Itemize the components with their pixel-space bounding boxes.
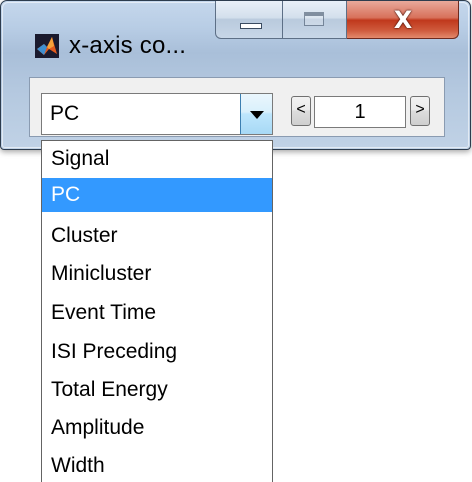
window-title: x-axis co... <box>69 32 187 59</box>
app-root: x-axis co... X PC < 1 > Signal PC Cluste… <box>0 0 472 482</box>
option-event-time[interactable]: Event Time <box>42 296 272 330</box>
close-icon: X <box>393 6 413 34</box>
option-signal[interactable]: Signal <box>42 142 272 176</box>
maximize-button <box>283 1 347 39</box>
maximize-icon <box>304 12 324 26</box>
axis-options-list: Signal PC Cluster Minicluster Event Time… <box>41 140 273 482</box>
axis-select-value: PC <box>50 102 80 125</box>
close-button[interactable]: X <box>347 1 459 39</box>
option-minicluster[interactable]: Minicluster <box>42 257 272 291</box>
option-pc[interactable]: PC <box>42 178 272 212</box>
chevron-down-icon[interactable] <box>240 94 272 134</box>
index-field[interactable]: 1 <box>314 96 406 128</box>
minimize-icon <box>240 23 262 29</box>
option-total-energy[interactable]: Total Energy <box>42 373 272 407</box>
option-cluster[interactable]: Cluster <box>42 219 272 253</box>
minimize-button[interactable] <box>215 1 283 39</box>
option-width[interactable]: Width <box>42 449 272 482</box>
option-isi-preceding[interactable]: ISI Preceding <box>42 335 272 369</box>
previous-button[interactable]: < <box>291 96 311 126</box>
option-amplitude[interactable]: Amplitude <box>42 411 272 445</box>
axis-select[interactable]: PC <box>41 93 273 135</box>
next-button[interactable]: > <box>410 96 430 126</box>
matlab-logo-icon <box>35 34 59 58</box>
